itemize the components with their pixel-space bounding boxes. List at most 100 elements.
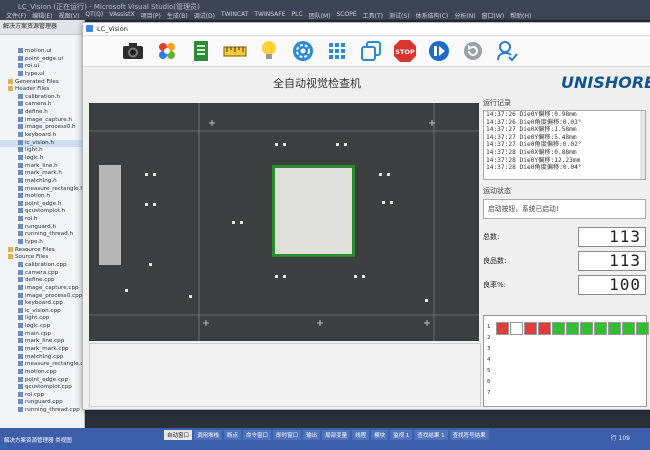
tree-file[interactable]: motion.ui — [0, 48, 84, 56]
settings-gear-icon[interactable] — [291, 39, 315, 63]
tree-file[interactable]: define.h — [0, 109, 84, 117]
tree-file[interactable]: mark_line.h — [0, 162, 84, 171]
file-icon — [18, 154, 23, 160]
vs-menu-item[interactable]: 团队(M) — [309, 11, 331, 20]
vs-menu-item[interactable]: 项目(P) — [141, 11, 161, 20]
vs-menu-item[interactable]: 视图(V) — [59, 11, 80, 20]
tree-file[interactable]: measure_rectangle.cpp — [0, 361, 84, 369]
tree-file[interactable]: type.h — [0, 239, 84, 247]
tree-file[interactable]: keyboard.cpp — [0, 300, 84, 308]
tree-file[interactable]: main.cpp — [0, 330, 84, 339]
tree-file[interactable]: calibration.cpp — [0, 261, 84, 270]
tree-file[interactable]: camera.h — [0, 101, 84, 109]
bottom-tab[interactable]: 自动窗口 — [164, 430, 193, 440]
bottom-tab[interactable]: 局部变量 — [322, 430, 351, 440]
refresh-icon[interactable] — [461, 39, 485, 63]
tree-label: define.cpp — [25, 277, 55, 284]
tree-folder[interactable]: Generated Files — [0, 78, 84, 87]
tree-file[interactable]: image_capture.h — [0, 116, 84, 125]
tree-folder[interactable]: Header Files — [0, 86, 84, 94]
tree-file[interactable]: lc_vision.cpp — [0, 307, 84, 316]
vs-menu-item[interactable]: 编辑(E) — [32, 11, 52, 20]
bottom-tab[interactable]: 模块 — [371, 430, 389, 440]
ruler-icon[interactable] — [223, 39, 247, 63]
yield-label: 良率%: — [483, 281, 507, 289]
vs-menu-item[interactable]: 帮助(H) — [510, 11, 531, 20]
vs-menu-item[interactable]: 分析(N) — [454, 11, 475, 20]
camera-icon[interactable] — [121, 39, 145, 63]
tree-file[interactable]: motion.h — [0, 193, 84, 201]
joomla-icon[interactable] — [155, 39, 179, 63]
tree-file[interactable]: qcustomplot.h — [0, 208, 84, 216]
tree-file[interactable]: define.cpp — [0, 277, 84, 285]
log-scrollbar[interactable] — [640, 111, 645, 179]
grid-icon[interactable] — [325, 39, 349, 63]
camera-view[interactable] — [89, 103, 479, 341]
tree-file[interactable]: point_edge.cpp — [0, 376, 84, 385]
tree-file[interactable]: logic.cpp — [0, 323, 84, 331]
tree-file[interactable]: logic.h — [0, 154, 84, 163]
vs-menu-item[interactable]: 体系结构(C) — [416, 11, 449, 20]
exit-door-icon[interactable] — [189, 39, 213, 63]
bottom-tab[interactable]: 即时窗口 — [273, 430, 302, 440]
lightbulb-icon[interactable] — [257, 39, 281, 63]
pause-icon[interactable] — [427, 39, 451, 63]
tree-file[interactable]: mark_mark.cpp — [0, 345, 84, 354]
vs-menu-item[interactable]: PLC — [291, 11, 302, 20]
tree-file[interactable]: type.ui — [0, 70, 84, 79]
grid-row-label: 5 — [487, 368, 491, 374]
tree-file[interactable]: image_capture.cpp — [0, 284, 84, 293]
run-log[interactable]: 14:37:26 Die0Y偏移:0.98mm 14:37:26 Die0角度偏移… — [483, 110, 646, 180]
tree-file[interactable]: point_edge.ui — [0, 55, 84, 64]
bottom-tab[interactable]: 监视 1 — [390, 430, 413, 440]
bottom-tab[interactable]: 断点 — [224, 430, 242, 440]
tree-file[interactable]: running_thread.cpp — [0, 407, 84, 415]
vs-menu-item[interactable]: TWINSAFE — [254, 11, 285, 20]
vs-menu-item[interactable]: TWINCAT — [221, 11, 248, 20]
bottom-tab[interactable]: 线程 — [352, 430, 370, 440]
tree-label: measure_rectangle.h — [25, 185, 84, 192]
tree-file[interactable]: runguard.h — [0, 223, 84, 232]
tree-file[interactable]: calibration.h — [0, 93, 84, 102]
tree-file[interactable]: roi.cpp — [0, 391, 84, 400]
tree-file[interactable]: qcustomplot.cpp — [0, 384, 84, 392]
stop-icon[interactable]: STOP — [393, 39, 417, 63]
tree-file[interactable]: roi.h — [0, 216, 84, 224]
tree-file[interactable]: camera.cpp — [0, 269, 84, 278]
bottom-tab[interactable]: 命令窗口 — [243, 430, 272, 440]
tree-file[interactable]: mark_mark.h — [0, 170, 84, 178]
tree-file[interactable]: measure_rectangle.h — [0, 185, 84, 194]
windows-icon[interactable] — [359, 39, 383, 63]
vs-menu-item[interactable]: SCOPE — [337, 11, 357, 20]
bottom-tab[interactable]: 查找符号结果 — [449, 430, 489, 440]
vs-menu-item[interactable]: 工具(T) — [363, 11, 383, 20]
tree-file[interactable]: matching.h — [0, 177, 84, 186]
tree-file[interactable]: image_process0.cpp — [0, 292, 84, 301]
tree-file[interactable]: light.cpp — [0, 315, 84, 323]
vs-menu-item[interactable]: 测试(S) — [389, 11, 410, 20]
vs-menu-item[interactable]: 窗口(W) — [482, 11, 505, 20]
tree-folder[interactable]: Resource Files — [0, 246, 84, 255]
bottom-tab[interactable]: 查找结果 1 — [414, 430, 448, 440]
bottom-tab[interactable]: 输出 — [303, 430, 321, 440]
bottom-tab[interactable]: 调用堆栈 — [194, 430, 223, 440]
tree-file[interactable]: motion.cpp — [0, 368, 84, 377]
side-bottom-tabs[interactable]: 解决方案资源管理器 类视图 — [0, 436, 72, 444]
tree-folder[interactable]: Source Files — [0, 254, 84, 262]
tree-file[interactable]: running_thread.h — [0, 231, 84, 239]
tree-file[interactable]: image_process0.h — [0, 124, 84, 132]
tree-file[interactable]: lc_vision.h — [0, 139, 84, 148]
vs-menu-item[interactable]: QT(Q) — [85, 11, 103, 20]
vs-menu-item[interactable]: 调试(D) — [194, 11, 215, 20]
user-check-icon[interactable] — [495, 39, 519, 63]
tree-file[interactable]: keyboard.h — [0, 132, 84, 140]
tree-file[interactable]: roi.ui — [0, 63, 84, 71]
tree-file[interactable]: matching.cpp — [0, 353, 84, 362]
vs-menu-item[interactable]: 生成(B) — [167, 11, 188, 20]
tree-file[interactable]: light.h — [0, 147, 84, 155]
vs-menu-item[interactable]: 文件(F) — [6, 11, 26, 20]
tree-file[interactable]: mark_line.cpp — [0, 338, 84, 346]
tree-file[interactable]: runguard.cpp — [0, 399, 84, 407]
vs-menu-item[interactable]: VAssistX — [109, 11, 134, 20]
tree-file[interactable]: point_edge.h — [0, 200, 84, 209]
